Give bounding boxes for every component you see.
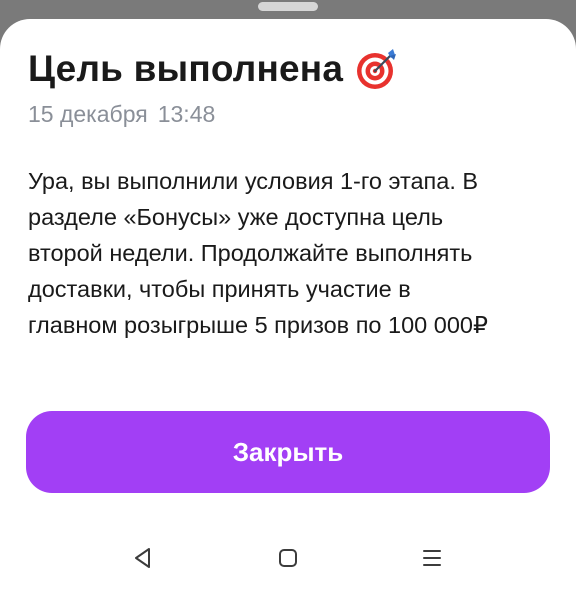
message-line: разделе «Бонусы» уже доступна цель xyxy=(28,204,444,230)
date-label: 15 декабря xyxy=(28,101,148,127)
dialog-title: Цель выполнена xyxy=(28,48,344,89)
message-line: доставки, чтобы принять участие в xyxy=(28,276,411,302)
back-triangle-icon[interactable] xyxy=(129,544,157,572)
message-body: Ура, вы выполнили условия 1-го этапа. В … xyxy=(28,163,576,343)
message-line: главном розыгрыше 5 призов по 100 000₽ xyxy=(28,312,488,338)
recents-menu-icon[interactable] xyxy=(418,544,446,572)
direct-hit-target-icon xyxy=(355,47,399,91)
dialog-title-row: Цель выполнена xyxy=(28,47,399,91)
close-button[interactable]: Закрыть xyxy=(26,411,550,493)
timestamp: 15 декабря 13:48 xyxy=(28,101,215,128)
home-square-icon[interactable] xyxy=(274,544,302,572)
close-button-label: Закрыть xyxy=(232,436,344,467)
message-line: второй недели. Продолжайте выполнять xyxy=(28,240,473,266)
message-line: Ура, вы выполнили условия 1-го этапа. В xyxy=(28,168,479,194)
time-label: 13:48 xyxy=(157,101,216,127)
drag-handle[interactable] xyxy=(258,2,318,11)
system-navigation-bar xyxy=(0,530,576,586)
